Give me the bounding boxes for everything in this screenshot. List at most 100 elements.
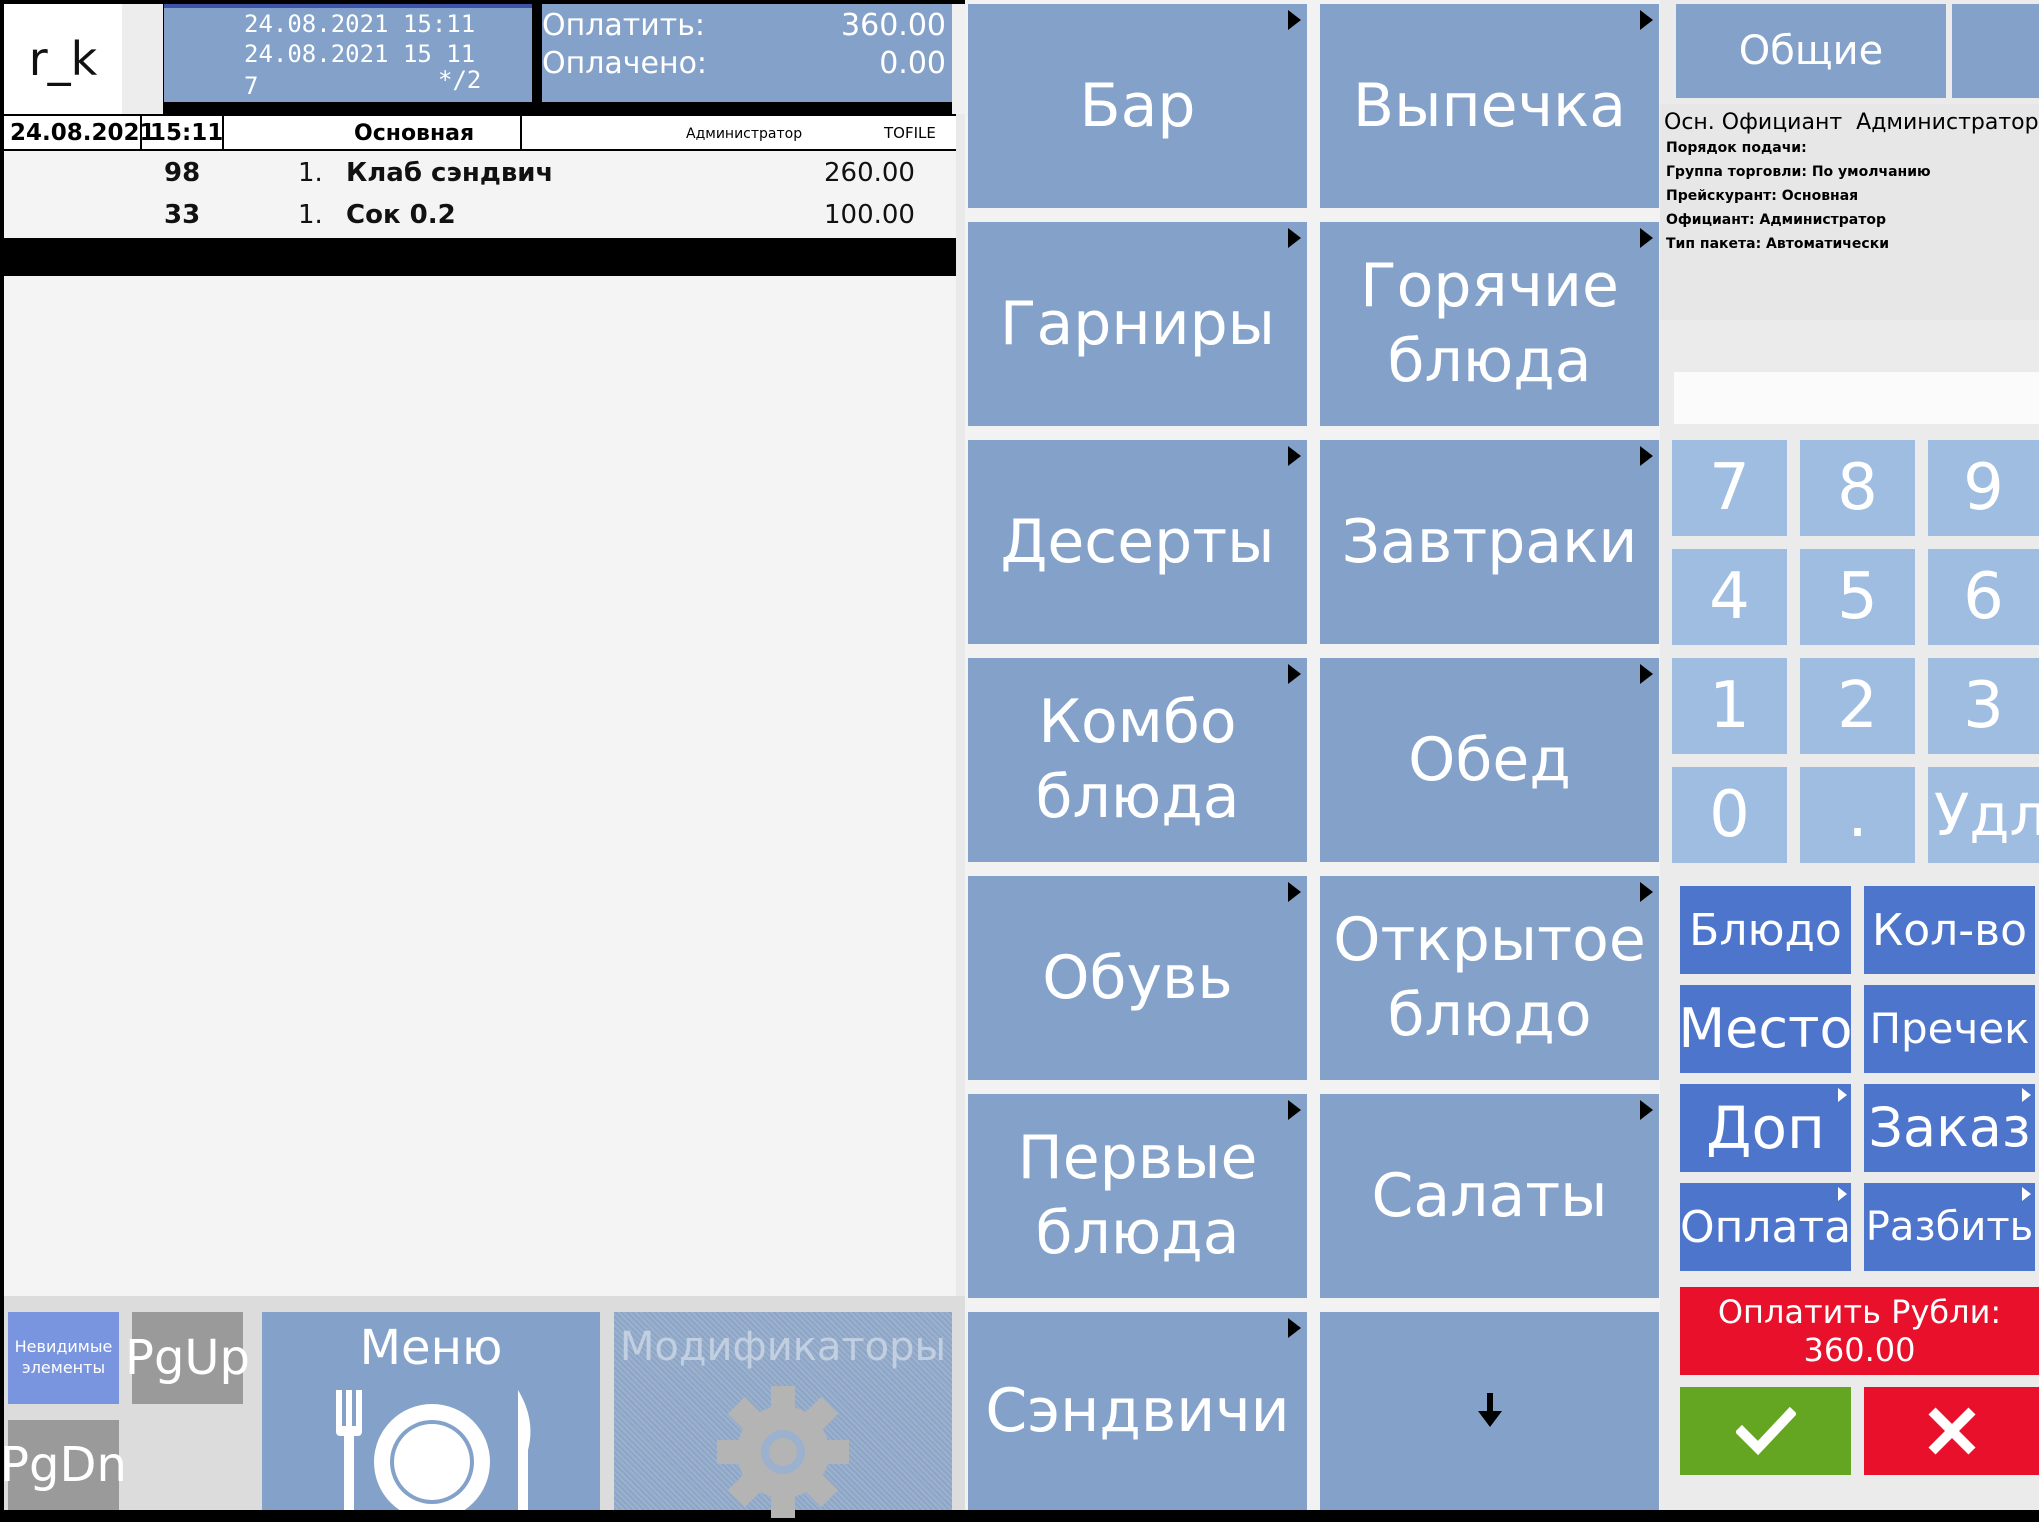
key-7[interactable]: 7 <box>1672 440 1787 536</box>
submenu-arrow-icon <box>1640 1100 1653 1120</box>
to-pay-label: Оплатить: <box>542 8 706 43</box>
pay-rubles-button[interactable]: Оплатить Рубли: 360.00 <box>1680 1287 2039 1375</box>
action-label: Оплата <box>1679 1201 1852 1253</box>
category-sandwiches[interactable]: Сэндвичи <box>968 1312 1307 1510</box>
action-label: Доп <box>1706 1093 1825 1162</box>
info-line: Порядок подачи: <box>1666 140 1807 156</box>
order-current-date: 24.08.2021 15 11 <box>244 40 476 68</box>
extra-button[interactable]: Доп <box>1680 1084 1851 1172</box>
close-icon <box>1927 1407 1976 1455</box>
submenu-arrow-icon <box>1288 1318 1301 1338</box>
category-soups[interactable]: Первые блюда <box>968 1094 1307 1298</box>
key-1[interactable]: 1 <box>1672 658 1787 754</box>
tab-general[interactable]: Общие <box>1676 4 1946 98</box>
key-dot[interactable]: . <box>1800 767 1915 863</box>
category-desserts[interactable]: Десерты <box>968 440 1307 644</box>
modifiers-button[interactable]: Модификаторы <box>614 1312 952 1518</box>
category-label: Бар <box>1079 70 1196 141</box>
info-line: Официант: Администратор <box>1666 212 1887 228</box>
submenu-arrow-icon <box>1288 228 1301 248</box>
invisible-elements-button[interactable]: Невидимые элементы <box>8 1312 119 1404</box>
category-hot-dishes[interactable]: Горячие блюда <box>1320 222 1659 426</box>
table-number: */2 <box>438 66 482 94</box>
split-button[interactable]: Разбить <box>1864 1183 2035 1271</box>
submenu-arrow-icon <box>1640 882 1653 902</box>
category-open-dish[interactable]: Открытое блюдо <box>1320 876 1659 1080</box>
key-label: Удл <box>1934 780 2039 849</box>
key-label: 4 <box>1709 560 1750 634</box>
category-shoes[interactable]: Обувь <box>968 876 1307 1080</box>
action-label: Пречек <box>1869 1003 2030 1053</box>
key-3[interactable]: 3 <box>1928 658 2039 754</box>
category-label: Обувь <box>1042 942 1233 1013</box>
category-bar[interactable]: Бар <box>968 4 1307 208</box>
item-code: 98 <box>164 158 201 188</box>
scroll-down-button[interactable] <box>1320 1312 1659 1510</box>
paid-label: Оплачено: <box>542 46 708 81</box>
order-item-row[interactable]: 33 1. Сок 0.2 100.00 <box>4 194 956 236</box>
key-0[interactable]: 0 <box>1672 767 1787 863</box>
category-combo[interactable]: Комбо блюда <box>968 658 1307 862</box>
guest-count: 7 <box>244 72 259 100</box>
menu-button[interactable]: Меню <box>262 1312 600 1510</box>
category-label: Горячие блюда <box>1360 251 1619 396</box>
paid-value: 0.00 <box>879 46 946 81</box>
to-pay-value: 360.00 <box>841 8 946 43</box>
key-8[interactable]: 8 <box>1800 440 1915 536</box>
item-code: 33 <box>164 200 201 230</box>
quantity-button[interactable]: Кол-во <box>1864 886 2035 974</box>
pgup-button[interactable]: PgUp <box>125 1312 250 1404</box>
key-delete[interactable]: Удл <box>1928 767 2039 863</box>
key-9[interactable]: 9 <box>1928 440 2039 536</box>
payment-button[interactable]: Оплата <box>1680 1183 1851 1271</box>
category-label: Комбо блюда <box>1035 687 1240 832</box>
order-list-area[interactable] <box>4 276 956 1282</box>
category-label: Первые блюда <box>1017 1123 1258 1268</box>
precheck-button[interactable]: Пречек <box>1864 985 2035 1073</box>
action-label: Блюдо <box>1689 904 1842 956</box>
key-5[interactable]: 5 <box>1800 549 1915 645</box>
key-label: 9 <box>1963 451 2004 525</box>
order-button[interactable]: Заказ <box>1864 1084 2035 1172</box>
order-open-date: 24.08.2021 15:11 <box>244 10 476 38</box>
key-6[interactable]: 6 <box>1928 549 2039 645</box>
submenu-arrow-icon <box>1640 10 1653 30</box>
category-label: Обед <box>1408 724 1571 795</box>
selected-empty-row[interactable] <box>4 238 956 276</box>
key-4[interactable]: 4 <box>1672 549 1787 645</box>
confirm-button[interactable] <box>1680 1387 1851 1475</box>
info-line: Прейскурант: Основная <box>1666 188 1859 204</box>
dish-button[interactable]: Блюдо <box>1680 886 1851 974</box>
pgdn-button[interactable]: PgDn <box>0 1420 127 1510</box>
submenu-arrow-icon <box>1288 664 1301 684</box>
submenu-arrow-icon <box>1838 1187 1847 1201</box>
order-info-box: Осн. Официант Администратор Порядок пода… <box>1660 104 2039 320</box>
modifiers-label: Модификаторы <box>619 1324 947 1370</box>
item-price: 100.00 <box>824 200 915 230</box>
item-price: 260.00 <box>824 158 915 188</box>
tab-next[interactable] <box>1952 4 2039 98</box>
key-2[interactable]: 2 <box>1800 658 1915 754</box>
category-label: Завтраки <box>1341 506 1638 577</box>
submenu-arrow-icon <box>1640 446 1653 466</box>
menu-label: Меню <box>359 1320 503 1376</box>
order-time: 15:11 <box>150 120 224 146</box>
category-label: Сэндвичи <box>985 1375 1290 1446</box>
order-table-header: 24.08.2021 15:11 Основная Администратор … <box>4 114 956 151</box>
amount-input[interactable] <box>1674 372 2039 424</box>
category-pastry[interactable]: Выпечка <box>1320 4 1659 208</box>
category-breakfasts[interactable]: Завтраки <box>1320 440 1659 644</box>
checkmark-icon <box>1735 1406 1796 1456</box>
category-salads[interactable]: Салаты <box>1320 1094 1659 1298</box>
category-lunch[interactable]: Обед <box>1320 658 1659 862</box>
submenu-arrow-icon <box>1288 1100 1301 1120</box>
item-name: Клаб сэндвич <box>346 158 554 188</box>
pgdn-label: PgDn <box>0 1437 127 1493</box>
order-source: TOFILE <box>884 124 936 142</box>
seat-button[interactable]: Место <box>1679 985 1853 1073</box>
item-name: Сок 0.2 <box>346 200 456 230</box>
order-item-row[interactable]: 98 1. Клаб сэндвич 260.00 <box>4 152 956 194</box>
category-sides[interactable]: Гарниры <box>968 222 1307 426</box>
key-label: 1 <box>1709 669 1750 743</box>
cancel-button[interactable] <box>1864 1387 2039 1475</box>
